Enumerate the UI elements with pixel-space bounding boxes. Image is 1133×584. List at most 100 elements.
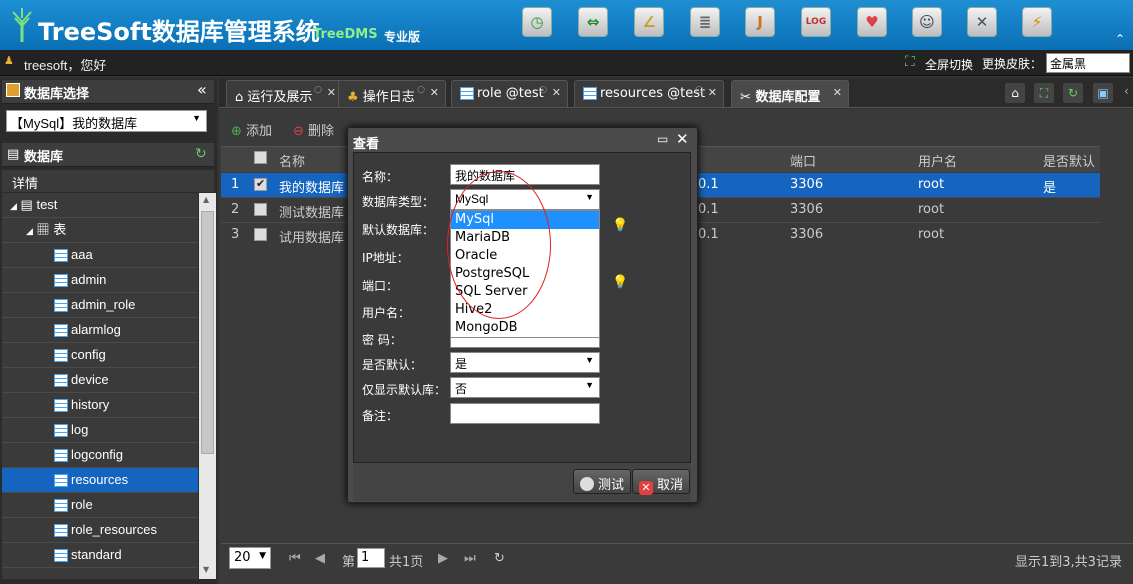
close-icon[interactable]: ✕ bbox=[833, 86, 842, 99]
tools-icon[interactable]: ✕ bbox=[967, 7, 997, 37]
last-page-icon[interactable]: ⏭ bbox=[464, 551, 476, 566]
detail-link[interactable]: 详情 bbox=[2, 170, 214, 192]
fullscreen-icon[interactable]: ⛶ bbox=[905, 54, 915, 70]
dbtype-option[interactable]: MongoDB bbox=[451, 319, 599, 337]
close-icon[interactable]: ✕ bbox=[552, 86, 561, 99]
tree-table-config[interactable]: config bbox=[2, 343, 198, 368]
tree-table-aaa[interactable]: aaa bbox=[2, 243, 198, 268]
chevron-down-icon: ▼ bbox=[192, 113, 201, 123]
tree-table-admin[interactable]: admin bbox=[2, 268, 198, 293]
database-panel-title: 数据库 bbox=[24, 150, 64, 165]
username-label: 用户名： bbox=[362, 306, 411, 320]
col-port[interactable]: 端口 bbox=[790, 151, 816, 170]
scroll-down-icon[interactable]: ▼ bbox=[203, 565, 209, 574]
tab-run-display[interactable]: ⌂ 运行及展示 ○ ✕ bbox=[226, 80, 343, 107]
tree-table-history[interactable]: history bbox=[2, 393, 198, 418]
maximize-icon[interactable]: ▭ bbox=[657, 132, 668, 146]
tree-table-role-resources[interactable]: role_resources bbox=[2, 518, 198, 543]
close-icon[interactable]: ✕ bbox=[708, 86, 717, 99]
close-icon[interactable]: ✕ bbox=[676, 130, 689, 148]
tree-table-device[interactable]: device bbox=[2, 368, 198, 393]
cancel-button[interactable]: ✕ 取消 bbox=[632, 469, 691, 495]
tree-table-label: logconfig bbox=[71, 447, 124, 462]
tree-table-role[interactable]: role bbox=[2, 493, 198, 518]
reload-icon[interactable]: ↻ bbox=[494, 551, 505, 566]
database-icon[interactable]: ≣ bbox=[690, 7, 720, 37]
skin-select[interactable]: 金属黑 bbox=[1046, 53, 1130, 73]
lightbulb-icon[interactable]: 💡 bbox=[612, 218, 628, 233]
tree-table-alarmlog[interactable]: alarmlog bbox=[2, 318, 198, 343]
scroll-up-icon[interactable]: ▲ bbox=[203, 195, 209, 204]
clock-icon[interactable]: ◷ bbox=[522, 7, 552, 37]
prev-page-icon[interactable]: ◀ bbox=[315, 551, 325, 566]
select-all-checkbox[interactable] bbox=[254, 151, 267, 164]
only-default-select[interactable]: 否 ▼ bbox=[450, 377, 600, 398]
database-panel-header: 数据库 bbox=[2, 143, 214, 167]
tree-table-standard[interactable]: standard bbox=[2, 543, 198, 568]
table-icon bbox=[54, 399, 68, 413]
j-icon[interactable]: J bbox=[745, 7, 775, 37]
tree-node-root[interactable]: ◢ ▤ test bbox=[2, 193, 198, 218]
fullscreen-icon[interactable]: ⛶ bbox=[1034, 83, 1054, 103]
user-admin-icon[interactable]: ☺ bbox=[912, 7, 942, 37]
col-name[interactable]: 名称 bbox=[279, 151, 305, 170]
pager-summary: 显示1到3,共3记录 bbox=[1015, 555, 1122, 570]
note-label: 备注： bbox=[362, 409, 399, 423]
next-page-icon[interactable]: ▶ bbox=[438, 551, 448, 566]
page-number-input[interactable]: 1 bbox=[357, 548, 385, 568]
only-default-label: 仅显示默认库： bbox=[362, 383, 447, 397]
row-number: 3 bbox=[231, 227, 240, 242]
delete-button[interactable]: ⊖ 删除 bbox=[293, 120, 334, 139]
note-field[interactable] bbox=[450, 403, 600, 424]
table-icon bbox=[54, 549, 68, 563]
tree-table-admin-role[interactable]: admin_role bbox=[2, 293, 198, 318]
table-icon bbox=[54, 524, 68, 538]
db-select-panel-header: 数据库选择 bbox=[2, 80, 214, 104]
lightbulb-icon[interactable]: 💡 bbox=[612, 275, 628, 290]
first-page-icon[interactable]: ⏮ bbox=[289, 551, 301, 566]
plus-icon: ⊕ bbox=[231, 124, 242, 139]
tree-table-log[interactable]: log bbox=[2, 418, 198, 443]
fullscreen-toggle[interactable]: 全屏切换 bbox=[925, 56, 973, 73]
sync-icon[interactable]: ⇔ bbox=[578, 7, 608, 37]
collapse-left-icon[interactable]: « bbox=[197, 80, 207, 99]
tree-table-logconfig[interactable]: logconfig bbox=[2, 443, 198, 468]
tree-node-folder[interactable]: ◢ ▦ 表 bbox=[2, 218, 198, 243]
chart-icon[interactable]: ∠ bbox=[634, 7, 664, 37]
only-default-value: 否 bbox=[455, 382, 468, 396]
row-checkbox[interactable] bbox=[254, 228, 267, 241]
home-icon[interactable]: ⌂ bbox=[1005, 83, 1025, 103]
refresh-tree-icon[interactable]: ↻ bbox=[195, 146, 207, 162]
close-icon[interactable]: ✕ bbox=[327, 86, 336, 99]
tab-resources[interactable]: resources @test ○ ✕ bbox=[574, 80, 724, 107]
table-icon bbox=[54, 249, 68, 263]
cell-ip: 0.1 bbox=[698, 202, 719, 217]
cell-user: root bbox=[918, 202, 945, 217]
refresh-icon[interactable]: ↻ bbox=[1063, 83, 1083, 103]
database-select[interactable]: 【MySql】我的数据库 ▼ bbox=[6, 110, 207, 132]
log-icon[interactable]: LOG bbox=[801, 7, 831, 37]
tab-operation-log[interactable]: ♣ 操作日志 ○ ✕ bbox=[338, 80, 446, 107]
tab-db-config[interactable]: ✂ 数据库配置 ✕ bbox=[731, 80, 849, 107]
runner-icon[interactable]: ⚡ bbox=[1022, 7, 1052, 37]
test-button[interactable]: 测试 bbox=[573, 469, 632, 494]
scroll-tabs-icon[interactable]: ‹ bbox=[1124, 84, 1129, 98]
is-default-select[interactable]: 是 ▼ bbox=[450, 352, 600, 373]
window-icon[interactable]: ▣ bbox=[1093, 83, 1113, 103]
heart-icon[interactable]: ♥ bbox=[857, 7, 887, 37]
col-user[interactable]: 用户名 bbox=[918, 151, 957, 170]
tree-scroll-thumb[interactable] bbox=[201, 211, 214, 454]
row-checkbox[interactable] bbox=[254, 177, 267, 191]
row-checkbox[interactable] bbox=[254, 203, 267, 216]
tab-role[interactable]: role @test ○ ✕ bbox=[451, 80, 568, 107]
collapse-header-icon[interactable]: ⌃ bbox=[1115, 32, 1125, 46]
col-default[interactable]: 是否默认 bbox=[1043, 151, 1095, 170]
tree-table-label: admin_role bbox=[71, 297, 136, 312]
database-list-icon: ▤ bbox=[7, 147, 20, 162]
close-icon[interactable]: ✕ bbox=[430, 86, 439, 99]
tree-table-resources[interactable]: resources bbox=[2, 468, 198, 493]
page-size-select[interactable]: 20 ▼ bbox=[229, 547, 271, 569]
table-icon bbox=[460, 87, 474, 100]
table-icon bbox=[54, 349, 68, 363]
add-button[interactable]: ⊕ 添加 bbox=[231, 120, 272, 139]
